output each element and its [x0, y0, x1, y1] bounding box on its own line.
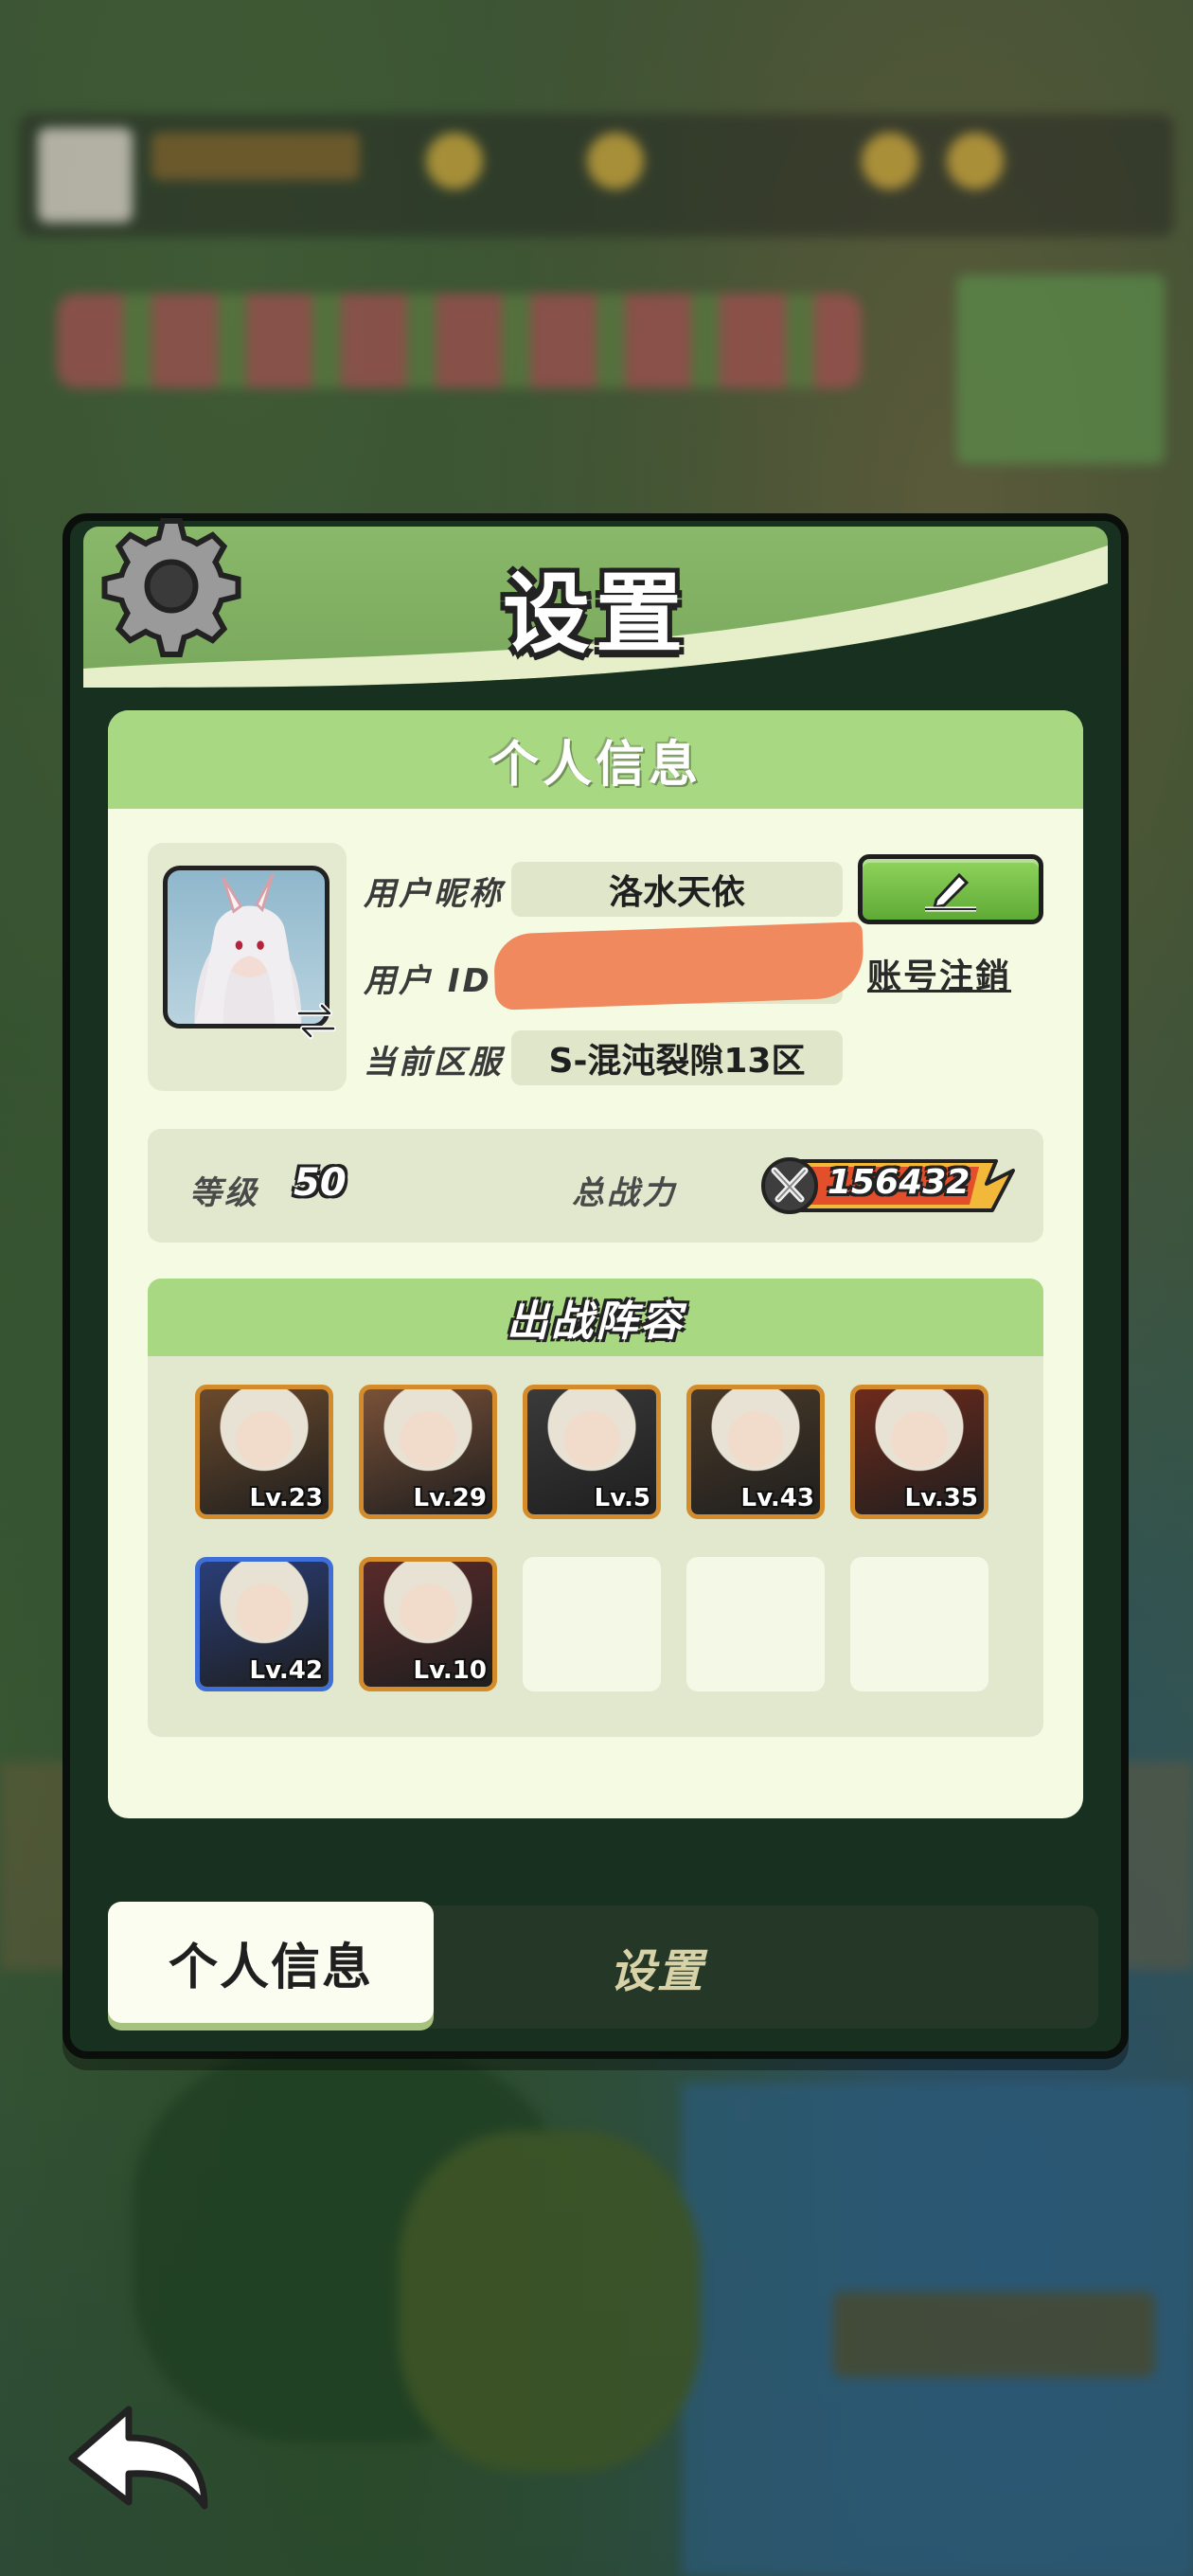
gear-icon	[101, 518, 241, 657]
bg-player-avatar	[38, 128, 133, 223]
hero-slot[interactable]: Lv.35	[850, 1385, 988, 1519]
bg-coin-icon	[426, 133, 483, 189]
edit-nickname-button[interactable]	[858, 854, 1043, 924]
nickname-field: 洛水天依	[511, 862, 843, 917]
empty-hero-slot[interactable]	[850, 1557, 988, 1691]
level-label: 等级	[189, 1174, 259, 1212]
bg-coin-icon	[862, 133, 918, 189]
server-label: 当前区服	[364, 1044, 504, 1082]
tab-bar: 个人信息 设置	[108, 1902, 1098, 2029]
section-title: 个人信息	[489, 736, 702, 794]
stats-row: 等级 50 总战力 156432	[148, 1129, 1043, 1243]
back-arrow-icon[interactable]	[62, 2396, 214, 2519]
server-field: S-混沌裂隙13区	[511, 1030, 843, 1085]
hero-level: Lv.43	[740, 1484, 814, 1512]
bg-minimap	[956, 275, 1165, 464]
swap-arrow-icon[interactable]	[294, 1002, 339, 1040]
hero-slot[interactable]: Lv.10	[359, 1557, 497, 1691]
hero-level: Lv.29	[413, 1484, 487, 1512]
empty-hero-slot[interactable]	[686, 1557, 825, 1691]
hero-slot[interactable]: Lv.5	[523, 1385, 661, 1519]
avatar-portrait	[194, 873, 302, 1024]
settings-dialog: 设置 个人信息 用户昵称 洛水天依 用户 ID 账号注銷 当前区服 S-混沌裂隙…	[62, 513, 1129, 2059]
lineup-title: 出战阵容	[148, 1279, 1043, 1356]
account-cancel-link[interactable]: 账号注銷	[867, 949, 1011, 998]
hero-level: Lv.23	[249, 1484, 323, 1512]
bg-banner	[833, 2292, 1155, 2377]
level-value: 50	[294, 1161, 347, 1205]
personal-info-card: 个人信息 用户昵称 洛水天依 用户 ID 账号注銷 当前区服 S-混沌裂隙13区…	[108, 710, 1083, 1818]
hero-level: Lv.42	[249, 1656, 323, 1685]
user-id-label: 用户 ID	[364, 962, 492, 1000]
hero-slot[interactable]: Lv.29	[359, 1385, 497, 1519]
avatar-frame	[148, 843, 347, 1091]
nickname-label: 用户昵称	[364, 875, 504, 913]
hero-level: Lv.35	[904, 1484, 978, 1512]
power-label: 总战力	[572, 1174, 677, 1212]
empty-hero-slot[interactable]	[523, 1557, 661, 1691]
pencil-icon	[925, 872, 976, 912]
bg-coin-icon	[947, 133, 1004, 189]
power-value: 156432	[828, 1163, 970, 1202]
bg-name-box	[151, 133, 360, 180]
bg-tree	[398, 2131, 701, 2472]
redaction-mark	[492, 921, 865, 1011]
bg-coin-icon	[587, 133, 644, 189]
hero-level: Lv.5	[594, 1484, 650, 1512]
hero-slot[interactable]: Lv.43	[686, 1385, 825, 1519]
tab-personal-info[interactable]: 个人信息	[108, 1902, 434, 2023]
card-header: 个人信息	[108, 710, 1083, 809]
battle-lineup: 出战阵容 Lv.23 Lv.29 Lv.5 Lv.43 Lv.35 Lv.42 Lv.10	[148, 1279, 1043, 1737]
hero-slot[interactable]: Lv.23	[195, 1385, 333, 1519]
hero-level: Lv.10	[413, 1656, 487, 1685]
tab-settings[interactable]: 设置	[610, 1934, 704, 2000]
bg-characters	[57, 294, 862, 388]
hero-slot[interactable]: Lv.42	[195, 1557, 333, 1691]
